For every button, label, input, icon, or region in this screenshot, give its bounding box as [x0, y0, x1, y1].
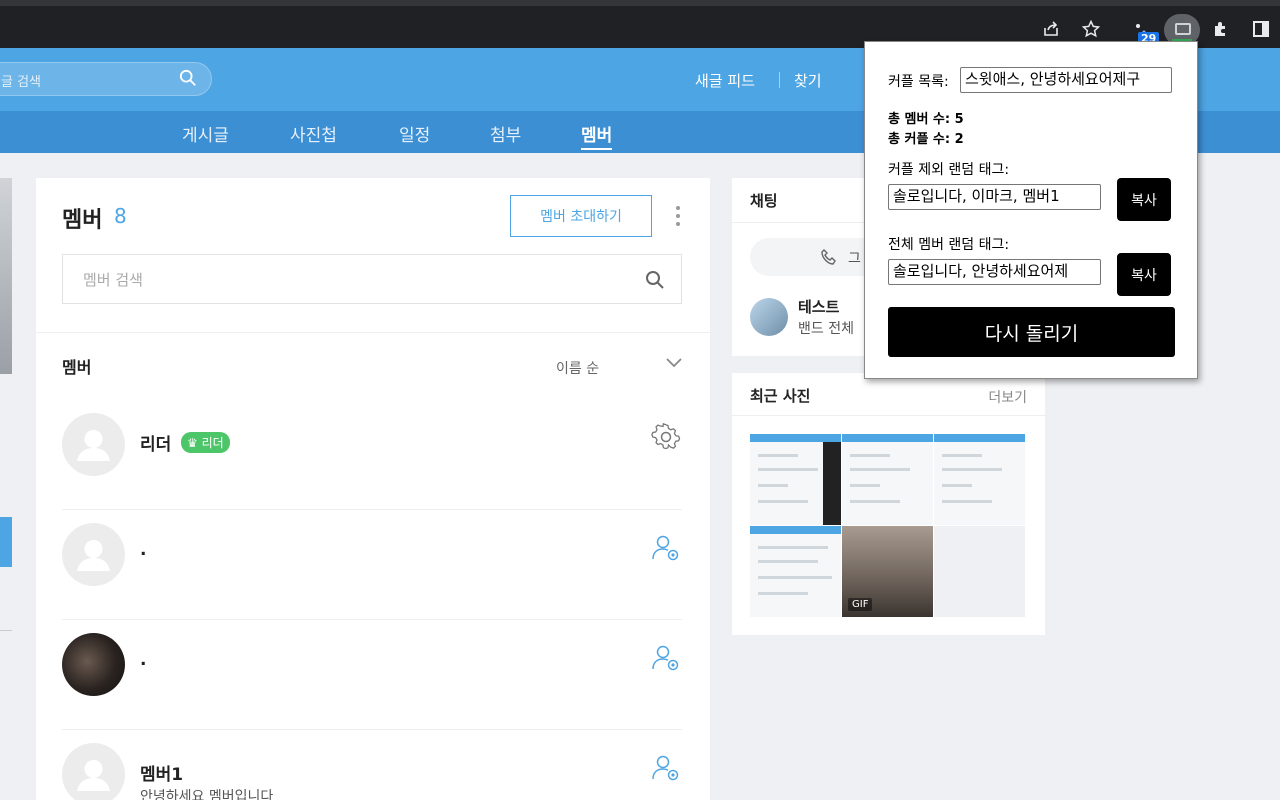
member-panel: 멤버 8 멤버 초대하기 멤버 검색 멤버 이름 순 리더 ♛ 리더 . . 멤…: [36, 178, 710, 800]
couple-list-input[interactable]: 스윗애스, 안녕하세요어제구: [960, 67, 1172, 93]
total-members-text: 총 멤버 수: 5: [888, 112, 964, 127]
member-row[interactable]: .: [62, 620, 682, 730]
tab-attachments[interactable]: 첨부: [490, 121, 521, 146]
member-settings-icon[interactable]: [650, 532, 682, 564]
member-row[interactable]: .: [62, 510, 682, 620]
chat-room-name[interactable]: 테스트: [798, 296, 839, 317]
sort-dropdown[interactable]: 이름 순: [556, 358, 599, 378]
couple-list-label: 커플 목록:: [888, 74, 949, 90]
member-name: .: [140, 650, 147, 670]
member-count: 8: [114, 204, 127, 228]
member-search-input[interactable]: 멤버 검색: [62, 254, 682, 304]
member-list-heading: 멤버: [62, 358, 92, 377]
star-icon[interactable]: [1076, 14, 1106, 44]
search-icon[interactable]: [645, 270, 665, 290]
member-intro: 안녕하세요 멤버입니다: [140, 789, 274, 800]
photo-thumbnail[interactable]: [842, 434, 933, 525]
extension-popup: 커플 목록: 스윗애스, 안녕하세요어제구 총 멤버 수: 5 총 커플 수: …: [864, 41, 1198, 379]
recent-photos-card: 최근 사진 더보기 GIF: [732, 373, 1045, 635]
rerun-button[interactable]: 다시 돌리기: [888, 307, 1175, 357]
group-call-label: 그: [848, 251, 861, 267]
left-divider: [0, 630, 12, 631]
page-title: 멤버: [62, 208, 103, 233]
tab-posts[interactable]: 게시글: [182, 121, 229, 146]
member-name: 멤버1: [140, 765, 184, 785]
member-settings-icon[interactable]: [650, 642, 682, 674]
member-search-placeholder: 멤버 검색: [83, 271, 143, 289]
gif-badge: GIF: [848, 598, 873, 611]
all-members-label: 전체 멤버 랜덤 태그:: [888, 237, 1010, 253]
gear-icon[interactable]: [650, 422, 682, 454]
member-settings-icon[interactable]: [650, 752, 682, 784]
share-icon[interactable]: [1036, 14, 1066, 44]
find-link[interactable]: 찾기: [794, 70, 822, 91]
chat-title: 채팅: [750, 192, 778, 210]
avatar: [62, 743, 125, 800]
puzzle-icon[interactable]: [1206, 14, 1236, 44]
empty-thumbnail: [934, 526, 1025, 617]
tab-photos[interactable]: 사진첩: [290, 121, 337, 146]
gif-thumbnail[interactable]: GIF: [842, 526, 933, 617]
photo-thumbnail[interactable]: [934, 434, 1025, 525]
leader-badge: ♛ 리더: [181, 432, 230, 453]
chat-avatar[interactable]: [750, 298, 788, 336]
tab-members[interactable]: 멤버: [581, 121, 613, 150]
header-divider: [779, 72, 780, 88]
avatar: [62, 413, 125, 476]
photos-more-link[interactable]: 더보기: [988, 387, 1027, 407]
invite-member-button[interactable]: 멤버 초대하기: [510, 195, 652, 237]
member-name: .: [140, 540, 147, 560]
photo-thumbnail[interactable]: [750, 434, 841, 525]
search-icon[interactable]: [179, 69, 197, 87]
tab-schedule[interactable]: 일정: [399, 121, 430, 146]
phone-icon: [821, 249, 836, 265]
member-row[interactable]: 멤버1 안녕하세요 멤버입니다: [62, 730, 682, 800]
leader-badge-label: 리더: [201, 436, 224, 450]
total-couples-text: 총 커플 수: 2: [888, 132, 964, 147]
member-row-leader[interactable]: 리더 ♛ 리더: [62, 400, 682, 510]
more-menu-icon[interactable]: [676, 206, 682, 228]
photos-divider: [732, 415, 1045, 416]
member-name: 리더: [140, 435, 172, 455]
chat-room-subtitle: 밴드 전체: [798, 321, 854, 337]
avatar: [62, 633, 125, 696]
crown-icon: ♛: [187, 436, 198, 450]
recent-photos-title: 최근 사진: [750, 387, 811, 405]
exclude-couples-tag-input[interactable]: 솔로입니다, 이마크, 멤버1: [888, 184, 1101, 210]
chevron-down-icon[interactable]: [666, 358, 682, 368]
new-feed-link[interactable]: 새글 피드: [695, 70, 755, 91]
post-search-placeholder: 글 검색: [1, 75, 42, 90]
section-divider: [36, 332, 710, 333]
avatar: [62, 523, 125, 586]
sidepanel-icon[interactable]: [1246, 14, 1276, 44]
exclude-couples-label: 커플 제외 랜덤 태그:: [888, 162, 1010, 178]
post-search[interactable]: 글 검색: [0, 62, 212, 96]
left-cover-image: [0, 178, 12, 374]
all-members-tag-input[interactable]: 솔로입니다, 안녕하세요어제: [888, 259, 1101, 285]
copy-button[interactable]: 복사: [1117, 253, 1171, 296]
photo-thumbnail[interactable]: [750, 526, 841, 617]
left-action-button[interactable]: [0, 517, 12, 567]
copy-button[interactable]: 복사: [1117, 178, 1171, 221]
